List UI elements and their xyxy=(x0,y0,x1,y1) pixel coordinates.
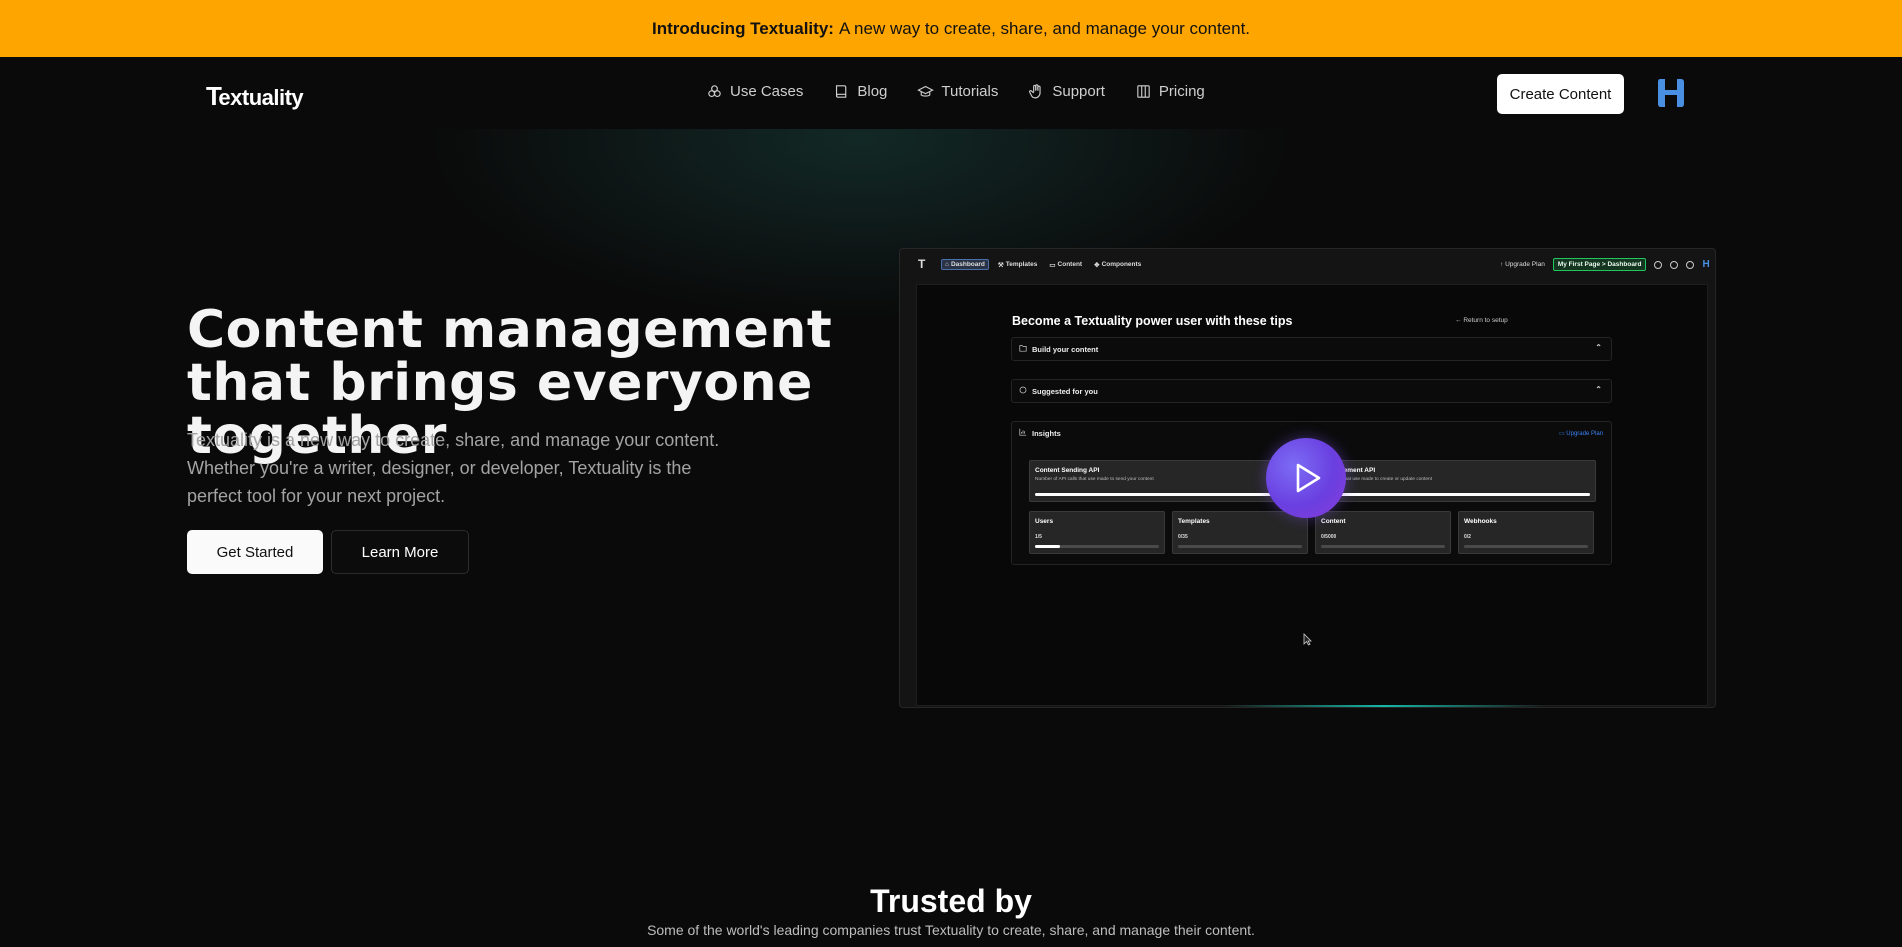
nav-item-blog[interactable]: Blog xyxy=(833,83,887,100)
trusted-title: Trusted by xyxy=(870,883,1032,919)
accordion-label: Suggested for you xyxy=(1032,387,1098,396)
moon-icon xyxy=(1670,260,1679,269)
preview-tab-label: Dashboard xyxy=(950,261,985,268)
nav-item-label: Use Cases xyxy=(730,83,804,100)
api-card-bar xyxy=(1035,493,1303,496)
mouse-cursor-icon xyxy=(1303,633,1312,646)
nav-item-pricing[interactable]: Pricing xyxy=(1135,83,1205,100)
nav-menu: Use Cases Blog Tutorials Support Pricing xyxy=(706,83,1205,100)
preview-upgrade-label: Upgrade Plan xyxy=(1505,261,1545,268)
h-brand-icon: H xyxy=(1702,259,1710,270)
preview-tab-label: Templates xyxy=(1005,261,1038,268)
create-content-button[interactable]: Create Content xyxy=(1497,74,1624,114)
stat-card-value: 1/5 xyxy=(1035,534,1042,540)
preview-accordion-suggested: Suggested for you ⌃ xyxy=(1011,379,1612,403)
preview-tab-templates: ⚒ Templates xyxy=(995,259,1041,270)
stat-card-title: Users xyxy=(1035,518,1054,525)
learn-more-button[interactable]: Learn More xyxy=(331,530,469,574)
preview-topbar: T ⌂ Dashboard ⚒ Templates ▭ Content ✥ Compon… xyxy=(900,249,1715,283)
preview-return-label: Return to setup xyxy=(1463,317,1508,324)
stat-card-webhooks: Webhooks 0/2 xyxy=(1458,511,1594,554)
nav-item-tutorials[interactable]: Tutorials xyxy=(917,83,998,100)
hand-icon xyxy=(1029,84,1041,99)
stat-card-bar xyxy=(1464,545,1588,548)
preview-logo: T xyxy=(918,257,926,271)
nav-item-use-cases[interactable]: Use Cases xyxy=(706,83,803,100)
chevron-up-icon: ⌃ xyxy=(1595,385,1602,394)
book-icon xyxy=(836,85,847,98)
stat-card-title: Webhooks xyxy=(1464,518,1497,525)
search-icon xyxy=(1654,260,1663,269)
nav-item-label: Pricing xyxy=(1158,83,1205,100)
banner-text: A new way to create, share, and manage y… xyxy=(838,18,1251,38)
cubes-icon xyxy=(708,85,721,98)
insights-upgrade: ▭ Upgrade Plan xyxy=(1558,431,1603,437)
stat-card-content: Content 0/5000 xyxy=(1315,511,1451,554)
stat-card-value: 0/35 xyxy=(1178,534,1188,540)
api-card-bar xyxy=(1318,493,1590,496)
stat-card-templates: Templates 0/35 xyxy=(1172,511,1308,554)
preview-breadcrumb-chip: My First Page > Dashboard xyxy=(1552,258,1647,271)
api-card-title: Content Sending API xyxy=(1035,467,1100,474)
preview-upgrade: ↑ Upgrade Plan xyxy=(1500,261,1545,268)
graduation-cap-icon xyxy=(917,85,935,97)
columns-icon xyxy=(1137,85,1150,98)
hammer-icon: ⚒ xyxy=(997,261,1004,269)
stat-card-bar xyxy=(1178,545,1302,548)
preview-tab-label: Components xyxy=(1101,261,1142,268)
logo[interactable]: Textuality xyxy=(206,81,304,112)
banner-strong: Introducing Textuality: xyxy=(651,18,834,38)
top-nav: Textuality Use Cases Blog Tutorials Supp… xyxy=(0,57,1902,129)
preview-tabs: ⌂ Dashboard ⚒ Templates ▭ Content ✥ Componen… xyxy=(941,259,1144,270)
stat-card-users: Users 1/5 xyxy=(1029,511,1165,554)
folder-icon xyxy=(1019,345,1027,352)
preview-heading: Become a Textuality power user with thes… xyxy=(1012,314,1293,328)
settings-icon xyxy=(1686,260,1695,269)
h-brand-icon[interactable] xyxy=(1657,77,1685,109)
announcement-banner: Introducing Textuality: A new way to cre… xyxy=(0,0,1902,58)
chart-icon xyxy=(1019,428,1027,436)
chat-icon xyxy=(1019,386,1027,394)
get-started-button[interactable]: Get Started xyxy=(187,530,323,574)
hero-subtitle: Textuality is a new way to create, share… xyxy=(187,430,720,506)
play-video-button[interactable] xyxy=(1266,438,1346,518)
insights-title: Insights xyxy=(1032,429,1061,438)
trusted-subtitle: Some of the world's leading companies tr… xyxy=(647,922,1255,938)
preview-accent-glow xyxy=(1224,705,1544,707)
preview-accordion-build: Build your content ⌃ xyxy=(1011,337,1612,361)
nav-item-label: Blog xyxy=(857,83,888,100)
stat-card-title: Content xyxy=(1321,518,1346,525)
stat-card-bar xyxy=(1035,545,1159,548)
folder-icon: ▭ xyxy=(1049,261,1056,269)
nav-item-label: Support xyxy=(1052,83,1105,100)
accordion-label: Build your content xyxy=(1032,345,1099,354)
preview-tab-content: ▭ Content xyxy=(1046,259,1085,270)
preview-tab-dashboard: ⌂ Dashboard xyxy=(941,259,989,270)
play-icon xyxy=(1296,463,1321,493)
preview-return-link: ← Return to setup xyxy=(1455,317,1508,324)
api-card-desc: Number of API calls that use made to sen… xyxy=(1035,477,1154,482)
stat-card-bar xyxy=(1321,545,1445,548)
preview-tab-label: Content xyxy=(1057,261,1083,268)
components-icon: ✥ xyxy=(1094,261,1100,269)
nav-item-label: Tutorials xyxy=(941,83,999,100)
stat-card-title: Templates xyxy=(1178,518,1210,525)
stat-card-value: 0/2 xyxy=(1464,534,1471,540)
chevron-up-icon: ⌃ xyxy=(1595,343,1602,352)
preview-tab-components: ✥ Components xyxy=(1091,259,1144,270)
nav-item-support[interactable]: Support xyxy=(1028,83,1105,100)
insights-upgrade-label: Upgrade Plan xyxy=(1566,431,1603,437)
stat-card-value: 0/5000 xyxy=(1321,534,1337,540)
preview-topbar-right: ↑ Upgrade Plan My First Page > Dashboard… xyxy=(1500,258,1710,271)
api-card-management: Management API API calls that use made t… xyxy=(1312,460,1596,502)
home-icon: ⌂ xyxy=(945,261,949,268)
